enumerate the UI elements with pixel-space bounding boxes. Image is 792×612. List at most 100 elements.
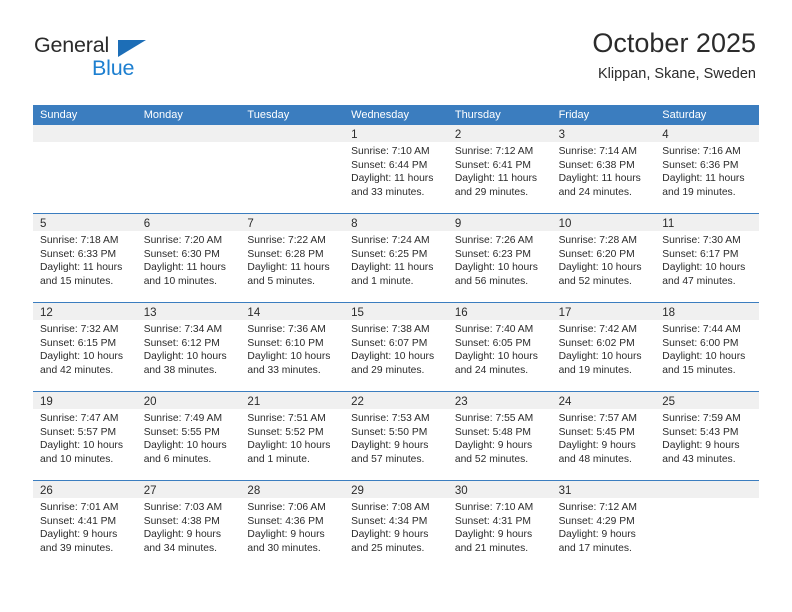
daylight-text-line2: and 21 minutes. — [454, 542, 529, 554]
sunset-text: Sunset: 6:15 PM — [40, 337, 117, 349]
calendar-day-cell[interactable]: 20 Sunrise: 7:49 AM Sunset: 5:55 PM Dayligh… — [136, 392, 241, 480]
calendar-day-cell[interactable]: 4 Sunrise: 7:16 AM Sunset: 6:36 PM Daylight… — [655, 125, 759, 213]
calendar-body: 1 Sunrise: 7:10 AM Sunset: 6:44 PM Daylight… — [33, 125, 759, 569]
sunset-text: Sunset: 6:38 PM — [558, 159, 635, 171]
daylight-text-line2: and 52 minutes. — [454, 453, 529, 465]
daylight-text-line2: and 38 minutes. — [143, 364, 217, 376]
calendar-day-cell[interactable]: 3 Sunrise: 7:14 AM Sunset: 6:38 PM Daylight… — [551, 125, 656, 213]
day-number-band: 15 — [344, 303, 448, 320]
daylight-text-line2: and 48 minutes. — [558, 453, 632, 465]
calendar-day-cell-empty — [33, 125, 137, 213]
calendar-day-cell[interactable]: 13 Sunrise: 7:34 AM Sunset: 6:12 PM Dayligh… — [136, 303, 241, 391]
day-number: 16 — [454, 307, 468, 319]
day-number: 30 — [454, 485, 468, 497]
day-number: 18 — [662, 307, 676, 319]
calendar-day-cell[interactable]: 30 Sunrise: 7:10 AM Sunset: 4:31 PM Dayligh… — [447, 481, 552, 569]
weekday-header-saturday: Saturday — [662, 109, 707, 121]
page-header: General Blue October 2025 Klippan, Skane… — [0, 0, 792, 100]
sunrise-text: Sunrise: 7:08 AM — [351, 502, 430, 513]
day-number: 15 — [351, 307, 364, 319]
calendar-day-cell[interactable]: 19 Sunrise: 7:47 AM Sunset: 5:57 PM Dayligh… — [33, 392, 137, 480]
calendar-day-cell[interactable]: 23 Sunrise: 7:55 AM Sunset: 5:48 PM Dayligh… — [447, 392, 552, 480]
day-number-band: 27 — [136, 481, 241, 498]
daylight-text-line1: Daylight: 9 hours — [143, 529, 221, 541]
general-blue-logo[interactable]: General Blue — [34, 33, 254, 85]
day-details: Sunrise: 7:10 AM Sunset: 4:31 PM Daylight:… — [448, 498, 552, 555]
daylight-text-line1: Daylight: 11 hours — [40, 262, 123, 274]
daylight-text-line2: and 24 minutes. — [558, 186, 632, 198]
day-details: Sunrise: 7:18 AM Sunset: 6:33 PM Daylight:… — [33, 231, 137, 288]
calendar-day-cell[interactable]: 22 Sunrise: 7:53 AM Sunset: 5:50 PM Dayligh… — [344, 392, 448, 480]
day-details: Sunrise: 7:20 AM Sunset: 6:30 PM Daylight:… — [137, 231, 241, 288]
day-number-band: 24 — [551, 392, 656, 409]
day-details: Sunrise: 7:03 AM Sunset: 4:38 PM Daylight:… — [137, 498, 241, 555]
sunrise-text: Sunrise: 7:06 AM — [247, 502, 326, 513]
daylight-text-line1: Daylight: 10 hours — [558, 262, 642, 274]
day-number-band: 8 — [344, 214, 448, 231]
day-details: Sunrise: 7:59 AM Sunset: 5:43 PM Daylight:… — [655, 409, 759, 466]
day-details: Sunrise: 7:55 AM Sunset: 5:48 PM Daylight:… — [448, 409, 552, 466]
sunset-text: Sunset: 5:55 PM — [143, 426, 220, 438]
calendar-day-cell[interactable]: 17 Sunrise: 7:42 AM Sunset: 6:02 PM Dayligh… — [551, 303, 656, 391]
sunset-text: Sunset: 4:36 PM — [247, 515, 324, 527]
day-number: 10 — [558, 218, 572, 230]
calendar-day-cell[interactable]: 29 Sunrise: 7:08 AM Sunset: 4:34 PM Dayligh… — [344, 481, 448, 569]
day-number: 21 — [247, 396, 261, 408]
calendar-day-cell[interactable]: 14 Sunrise: 7:36 AM Sunset: 6:10 PM Dayligh… — [240, 303, 345, 391]
calendar-day-cell[interactable]: 18 Sunrise: 7:44 AM Sunset: 6:00 PM Dayligh… — [655, 303, 759, 391]
weekday-header-sunday: Sunday — [40, 109, 78, 121]
sunset-text: Sunset: 6:44 PM — [351, 159, 428, 171]
day-number-band: 16 — [447, 303, 552, 320]
day-number: 29 — [351, 485, 364, 497]
sunrise-text: Sunrise: 7:57 AM — [558, 413, 637, 424]
day-details: Sunrise: 7:22 AM Sunset: 6:28 PM Daylight:… — [240, 231, 344, 288]
calendar-day-cell[interactable]: 2 Sunrise: 7:12 AM Sunset: 6:41 PM Daylight… — [447, 125, 552, 213]
sunrise-text: Sunrise: 7:03 AM — [143, 502, 223, 513]
sunset-text: Sunset: 5:43 PM — [662, 426, 739, 438]
sunrise-text: Sunrise: 7:42 AM — [558, 324, 637, 335]
daylight-text-line2: and 1 minute. — [247, 453, 310, 465]
calendar-day-cell[interactable]: 15 Sunrise: 7:38 AM Sunset: 6:07 PM Dayligh… — [344, 303, 448, 391]
day-number-band: 12 — [33, 303, 137, 320]
sunrise-text: Sunrise: 7:12 AM — [558, 502, 637, 513]
calendar-day-cell[interactable]: 16 Sunrise: 7:40 AM Sunset: 6:05 PM Dayligh… — [447, 303, 552, 391]
daylight-text-line1: Daylight: 11 hours — [662, 173, 745, 185]
day-number-band: 21 — [240, 392, 345, 409]
calendar-day-cell[interactable]: 21 Sunrise: 7:51 AM Sunset: 5:52 PM Dayligh… — [240, 392, 345, 480]
calendar-day-cell[interactable]: 7 Sunrise: 7:22 AM Sunset: 6:28 PM Daylight… — [240, 214, 345, 302]
calendar-day-cell[interactable]: 26 Sunrise: 7:01 AM Sunset: 4:41 PM Dayligh… — [33, 481, 137, 569]
calendar-day-cell[interactable]: 25 Sunrise: 7:59 AM Sunset: 5:43 PM Dayligh… — [655, 392, 759, 480]
daylight-text-line2: and 34 minutes. — [143, 542, 217, 554]
day-number: 13 — [143, 307, 157, 319]
sunset-text: Sunset: 5:48 PM — [454, 426, 531, 438]
day-number: 17 — [558, 307, 572, 319]
day-details: Sunrise: 7:30 AM Sunset: 6:17 PM Daylight:… — [655, 231, 759, 288]
daylight-text-line1: Daylight: 10 hours — [247, 440, 331, 452]
calendar-day-cell[interactable]: 8 Sunrise: 7:24 AM Sunset: 6:25 PM Daylight… — [344, 214, 448, 302]
calendar-day-cell[interactable]: 9 Sunrise: 7:26 AM Sunset: 6:23 PM Daylight… — [447, 214, 552, 302]
calendar-day-cell[interactable]: 11 Sunrise: 7:30 AM Sunset: 6:17 PM Dayligh… — [655, 214, 759, 302]
calendar-day-cell[interactable]: 24 Sunrise: 7:57 AM Sunset: 5:45 PM Dayligh… — [551, 392, 656, 480]
day-number: 24 — [558, 396, 572, 408]
day-details: Sunrise: 7:38 AM Sunset: 6:07 PM Daylight:… — [344, 320, 448, 377]
sunrise-text: Sunrise: 7:44 AM — [662, 324, 741, 335]
calendar-day-cell[interactable]: 31 Sunrise: 7:12 AM Sunset: 4:29 PM Dayligh… — [551, 481, 656, 569]
calendar-day-cell[interactable]: 27 Sunrise: 7:03 AM Sunset: 4:38 PM Dayligh… — [136, 481, 241, 569]
calendar-day-cell[interactable]: 12 Sunrise: 7:32 AM Sunset: 6:15 PM Dayligh… — [33, 303, 137, 391]
calendar-day-cell[interactable]: 28 Sunrise: 7:06 AM Sunset: 4:36 PM Dayligh… — [240, 481, 345, 569]
day-number: 7 — [247, 218, 254, 230]
daylight-text-line1: Daylight: 11 hours — [454, 173, 538, 185]
calendar-day-cell[interactable]: 5 Sunrise: 7:18 AM Sunset: 6:33 PM Daylight… — [33, 214, 137, 302]
day-details: Sunrise: 7:01 AM Sunset: 4:41 PM Daylight:… — [33, 498, 137, 555]
sunrise-text: Sunrise: 7:55 AM — [454, 413, 534, 424]
daylight-text-line1: Daylight: 10 hours — [143, 440, 227, 452]
daylight-text-line1: Daylight: 11 hours — [351, 262, 434, 274]
page-subtitle: Klippan, Skane, Sweden — [598, 66, 756, 83]
sunset-text: Sunset: 6:23 PM — [454, 248, 531, 260]
day-number: 11 — [662, 218, 675, 230]
calendar-day-cell[interactable]: 10 Sunrise: 7:28 AM Sunset: 6:20 PM Dayligh… — [551, 214, 656, 302]
calendar-day-cell[interactable]: 1 Sunrise: 7:10 AM Sunset: 6:44 PM Daylight… — [344, 125, 448, 213]
calendar-day-cell[interactable]: 6 Sunrise: 7:20 AM Sunset: 6:30 PM Daylight… — [136, 214, 241, 302]
sunrise-text: Sunrise: 7:22 AM — [247, 235, 326, 246]
daylight-text-line1: Daylight: 9 hours — [351, 529, 429, 541]
